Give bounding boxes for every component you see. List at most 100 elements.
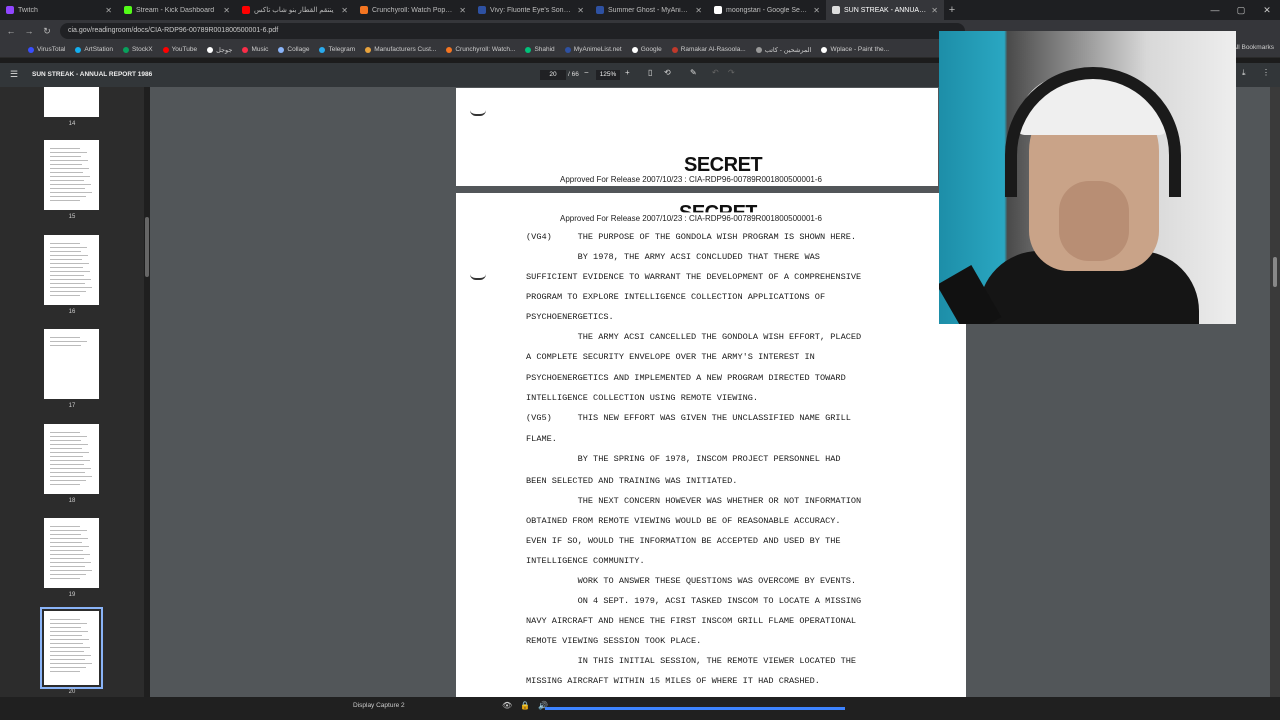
draw-icon[interactable]: ✎ [690,68,697,77]
zoom-in-icon[interactable]: + [625,68,630,77]
bookmark-item[interactable]: Shahid [525,46,555,53]
pdf-page-main: Approved For Release 2007/10/23 : CIA-RD… [456,193,966,697]
tab-label: Summer Ghost - MyAnimeList.n [608,6,691,14]
tab-close-icon[interactable]: ✕ [577,6,584,15]
document-line: PSYCHOENERGETICS. [526,312,614,322]
tab-5[interactable]: Summer Ghost - MyAnimeList.n ✕ [590,0,708,20]
bookmark-item[interactable]: Manufacturers Cust... [365,46,436,53]
document-line: BY THE SPRING OF 1978, INSCOM PROJECT PE… [526,454,841,464]
zoom-input[interactable]: 125% [596,70,620,80]
fit-page-icon[interactable]: ▯ [648,68,652,77]
pdf-page-top: SECRET Approved For Release 2007/10/23 :… [456,88,938,186]
maximize-icon[interactable]: ▢ [1228,0,1254,20]
tab-label: ينتقم القطار بنو شاب تاكس [254,7,334,14]
bookmark-favicon-icon [162,46,169,53]
tab-favicon-icon [124,6,132,14]
page-current: 20 [549,71,557,78]
bookmark-item[interactable]: StockX [122,46,153,53]
back-icon[interactable]: ← [6,26,16,36]
tab-close-icon[interactable]: ✕ [813,6,820,15]
forward-icon[interactable]: → [24,26,34,36]
page-thumbnail[interactable] [44,424,99,494]
bookmark-item[interactable]: VirusTotal [28,46,65,53]
tab-7[interactable]: SUN STREAK - ANNUAL REPORT ✕ [826,0,944,20]
bookmark-item[interactable]: Music [242,46,268,53]
tab-1[interactable]: Stream - Kick Dashboard ✕ [118,0,236,20]
browser-tab-bar: Twitch ✕ Stream - Kick Dashboard ✕ ينتقم الق… [0,0,1280,20]
viewer-scrollbar[interactable] [1270,87,1280,697]
minimize-icon[interactable]: — [1202,0,1228,20]
thumbnail-sidebar: 14 15 16 17 18 19 20 [0,87,150,697]
tab-close-icon[interactable]: ✕ [341,6,348,15]
url-input[interactable]: cia.gov/readingroom/docs/CIA-RDP96-00789… [60,23,965,39]
bookmark-item[interactable]: Collage [278,46,309,53]
rotate-icon[interactable]: ⟲ [664,68,671,77]
bookmark-favicon-icon [671,46,678,53]
close-window-icon[interactable]: ✕ [1254,0,1280,20]
document-line: (VG5) THIS NEW EFFORT WAS GIVEN THE UNCL… [526,413,851,423]
tab-close-icon[interactable]: ✕ [223,6,230,15]
thumbnail-page-number: 20 [68,689,76,695]
document-line: THE NEXT CONCERN HOWEVER WAS WHETHER OR … [526,496,862,506]
bookmark-item[interactable]: المرشحين - كاتب [755,46,811,54]
more-options-icon[interactable]: ⋮ [1262,68,1270,77]
tab-close-icon[interactable]: ✕ [105,6,112,15]
document-line: WORK TO ANSWER THESE QUESTIONS WAS OVERC… [526,576,857,586]
menu-icon[interactable]: ☰ [10,69,18,80]
bookmark-item[interactable]: جوجل [207,46,232,54]
tab-favicon-icon [832,6,840,14]
bookmark-label: StockX [131,46,153,53]
document-line: PROGRAM TO EXPLORE INTELLIGENCE COLLECTI… [526,292,826,302]
taskbar-item-display-capture[interactable]: Display Capture 2 [353,702,405,709]
bookmark-item[interactable]: MyAnimeList.net [564,46,622,53]
webcam-person-hand [1059,181,1129,261]
page-thumbnail[interactable] [44,235,99,305]
redo-icon[interactable]: ↷ [728,68,735,77]
tab-favicon-icon [242,6,250,14]
bookmark-item[interactable]: Ramakar Al-Rasoola... [671,46,746,53]
page-thumbnail[interactable] [44,140,99,210]
zoom-out-icon[interactable]: − [584,68,589,77]
bookmark-favicon-icon [122,46,129,53]
eye-icon[interactable]: 👁 [502,701,512,710]
tab-3[interactable]: Crunchyroll: Watch Popular Ani✕ [354,0,472,20]
reload-icon[interactable]: ↻ [42,26,52,37]
page-thumbnail[interactable] [44,87,99,117]
bookmark-label: Shahid [534,46,555,53]
new-tab-button[interactable]: + [944,0,960,20]
tab-favicon-icon [714,6,722,14]
document-line: A COMPLETE SECURITY ENVELOPE OVER THE AR… [526,352,815,362]
bookmark-item[interactable]: ArtStation [75,46,113,53]
undo-icon[interactable]: ↶ [712,68,719,77]
document-line: REMOTE VIEWING SESSION TOOK PLACE. [526,636,702,646]
page-thumbnail[interactable] [40,607,103,689]
bookmark-label: Ramakar Al-Rasoola... [680,46,746,53]
volume-meter[interactable] [545,707,845,710]
page-thumbnail[interactable] [44,518,99,588]
tab-4[interactable]: Vivy: Fluorite Eye's Song (Vivy ✕ [472,0,590,20]
tab-label: Crunchyroll: Watch Popular Ani [372,6,456,14]
tab-close-icon[interactable]: ✕ [931,6,938,15]
bookmark-item[interactable]: Crunchyroll: Watch... [446,46,515,53]
tab-6[interactable]: moongstari - Google Search ✕ [708,0,826,20]
bookmark-item[interactable]: Google [631,46,662,53]
thumbnail-page-number: 17 [68,403,76,409]
tab-favicon-icon [478,6,486,14]
tab-close-icon[interactable]: ✕ [695,6,702,15]
page-total: / 66 [568,71,579,78]
download-icon[interactable]: ⤓ [1242,68,1246,78]
tab-0[interactable]: Twitch ✕ [0,0,118,20]
bookmark-label: Crunchyroll: Watch... [455,46,516,53]
lock-icon[interactable]: 🔒 [520,701,530,710]
bookmark-item[interactable]: Wplace - Paint the... [821,46,889,53]
tab-close-icon[interactable]: ✕ [459,6,466,15]
page-thumbnail[interactable] [44,329,99,399]
tab-strip: Twitch ✕ Stream - Kick Dashboard ✕ ينتقم الق… [0,0,944,20]
bookmark-item[interactable]: YouTube [162,46,197,53]
bookmark-item[interactable]: Telegram [319,46,355,53]
thumbnail-page-number: 15 [68,214,76,220]
taskbar: Display Capture 2 👁 🔒 🔊 [0,697,1280,720]
tab-2[interactable]: ينتقم القطار بنو شاب تاكس ✕ [236,0,354,20]
all-bookmarks-button[interactable]: All Bookmarks [1232,44,1274,51]
page-number-input[interactable]: 20 [540,70,566,80]
